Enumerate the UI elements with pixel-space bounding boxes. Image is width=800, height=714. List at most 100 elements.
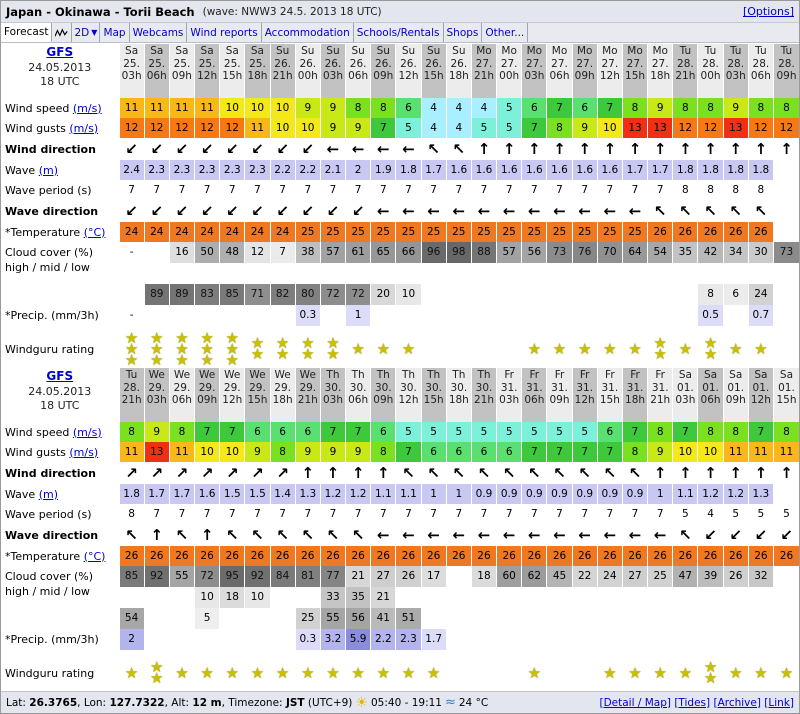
rating-cell: ★ ★: [294, 326, 321, 372]
direction-arrow-icon: ↙: [175, 139, 189, 158]
tab-shops[interactable]: Shops: [444, 23, 483, 42]
hour: 21h: [675, 70, 696, 83]
hour: 12h: [398, 70, 419, 83]
wind-gusts-unit-link[interactable]: (m/s): [69, 446, 98, 459]
day: Sa: [250, 45, 264, 57]
tab-schools-rentals[interactable]: Schools/Rentals: [354, 23, 444, 42]
wind-speed-unit-link[interactable]: (m/s): [73, 426, 102, 439]
tab-other[interactable]: Other...: [482, 23, 529, 42]
cloud-cell: 84: [269, 566, 296, 587]
wind-gusts-cell: 4: [445, 118, 472, 138]
wave-cell: 1.2: [345, 484, 371, 504]
wind-direction-cell: ↖: [395, 462, 422, 484]
rating-cell: ★ ★: [697, 650, 724, 696]
tab-map[interactable]: Map: [100, 23, 130, 42]
time-header: Tu 28. 21h: [118, 368, 145, 422]
row-label: *Temperature (°C): [1, 222, 119, 242]
wind-speed-cell: 5: [420, 422, 447, 442]
cloud-cell: 72: [345, 284, 371, 305]
wind-direction-label: Wind direction: [5, 466, 96, 480]
wave-unit-link[interactable]: (m): [39, 488, 58, 501]
hour: 09h: [549, 394, 570, 407]
options-link[interactable]: [Options]: [743, 5, 794, 18]
direction-arrow-icon: ↑: [553, 139, 566, 158]
wind-gusts-cell: 10: [672, 442, 698, 462]
wind-direction-cell: ↙: [269, 138, 296, 160]
day: Mo: [576, 45, 593, 57]
cloud-cell: 81: [294, 566, 321, 587]
tab-2d[interactable]: 2D ▼: [72, 23, 101, 42]
time-header: Tu 28. 21h: [672, 44, 698, 98]
cloud-cell: 55: [319, 608, 346, 629]
wind-speed-cell: 8: [772, 422, 799, 442]
temperature-unit-link[interactable]: (°C): [84, 550, 106, 563]
cloud-cell: 25: [294, 608, 321, 629]
cloud-mid-row: [1, 263, 799, 284]
timezone: JST: [285, 696, 305, 709]
star-icon: ★ ★: [150, 658, 164, 687]
wind-speed-unit-link[interactable]: (m/s): [73, 102, 102, 115]
temperature-cell: 26: [294, 546, 321, 566]
time-header: We 29. 06h: [168, 368, 195, 422]
precip-cell: [521, 629, 547, 650]
tab-wind-reports[interactable]: Wind reports: [187, 23, 262, 42]
day: We: [148, 369, 165, 381]
time-header: Th 30. 06h: [345, 368, 371, 422]
cloud-cell: 24: [596, 566, 623, 587]
direction-arrow-icon: ↖: [729, 201, 742, 220]
hour: 15h: [247, 394, 268, 407]
wind-gusts-cell: 12: [143, 118, 170, 138]
wave-period-cell: 5: [772, 504, 799, 524]
date: 25.: [123, 57, 140, 70]
temp-row: *Temperature (°C) 24 24 24 24 24 24 24 25 25 25 25 2…: [1, 222, 799, 242]
date: 27.: [551, 57, 568, 70]
hour: 09h: [197, 394, 218, 407]
wave-period-cell: 7: [647, 504, 673, 524]
direction-arrow-icon: ↖: [301, 525, 315, 544]
windguru-forecast-window: Japan - Okinawa - Torii Beach (wave: NWW…: [0, 0, 800, 714]
detail-map-link[interactable]: [Detail / Map]: [599, 697, 671, 709]
rating-cell: ★ ★: [244, 326, 271, 372]
temperature-cell: 25: [345, 222, 371, 242]
wind-gusts-cell: 10: [194, 442, 220, 462]
wave-period-cell: 7: [168, 504, 195, 524]
wave-direction-cell: ←: [596, 524, 623, 546]
wave-period-cell: 7: [143, 180, 170, 200]
tides-link[interactable]: [Tides]: [674, 697, 710, 709]
direction-arrow-icon: ←: [653, 525, 667, 544]
rating-cell: [470, 326, 497, 372]
wave-period-cell: 7: [370, 504, 396, 524]
tab-accommodation[interactable]: Accommodation: [262, 23, 354, 42]
wind-speed-cell: 6: [521, 98, 547, 118]
tab-webcams[interactable]: Webcams: [130, 23, 188, 42]
link-link[interactable]: [Link]: [764, 697, 794, 709]
archive-link[interactable]: [Archive]: [713, 697, 760, 709]
rating-cell: ★ ★ ★: [219, 326, 245, 372]
tab-graph-icon[interactable]: [52, 23, 73, 42]
star-icon: ★: [225, 663, 239, 682]
hour: 12h: [750, 394, 771, 407]
direction-arrow-icon: ↗: [175, 463, 189, 482]
time-header: Tu 28. 00h: [697, 44, 724, 98]
precip-cell: [194, 305, 220, 326]
temperature-cell: 26: [647, 222, 673, 242]
wave-direction-cell: ←: [621, 524, 648, 546]
model-link[interactable]: GFS: [1, 369, 119, 385]
wave-unit-link[interactable]: (m): [39, 164, 58, 177]
tab-forecast[interactable]: Forecast: [1, 23, 53, 42]
wave-direction-cell: ↖: [168, 524, 195, 546]
wave-cell: 1.2: [319, 484, 346, 504]
temperature-unit-link[interactable]: (°C): [84, 226, 106, 239]
direction-arrow-icon: ↑: [780, 463, 793, 482]
precip-cell: [496, 305, 522, 326]
row-label: Wind direction: [1, 138, 119, 160]
time-header: Fr 31. 06h: [521, 368, 547, 422]
wave-direction-cell: ←: [521, 524, 547, 546]
wind-gusts-unit-link[interactable]: (m/s): [69, 122, 98, 135]
temperature-cell: 26: [596, 546, 623, 566]
wind-direction-cell: ↖: [621, 462, 648, 484]
wind-direction-cell: ↖: [445, 138, 472, 160]
time-header: Tu 28. 03h: [722, 44, 749, 98]
model-link[interactable]: GFS: [1, 45, 119, 61]
cloud-cell: [546, 263, 573, 284]
